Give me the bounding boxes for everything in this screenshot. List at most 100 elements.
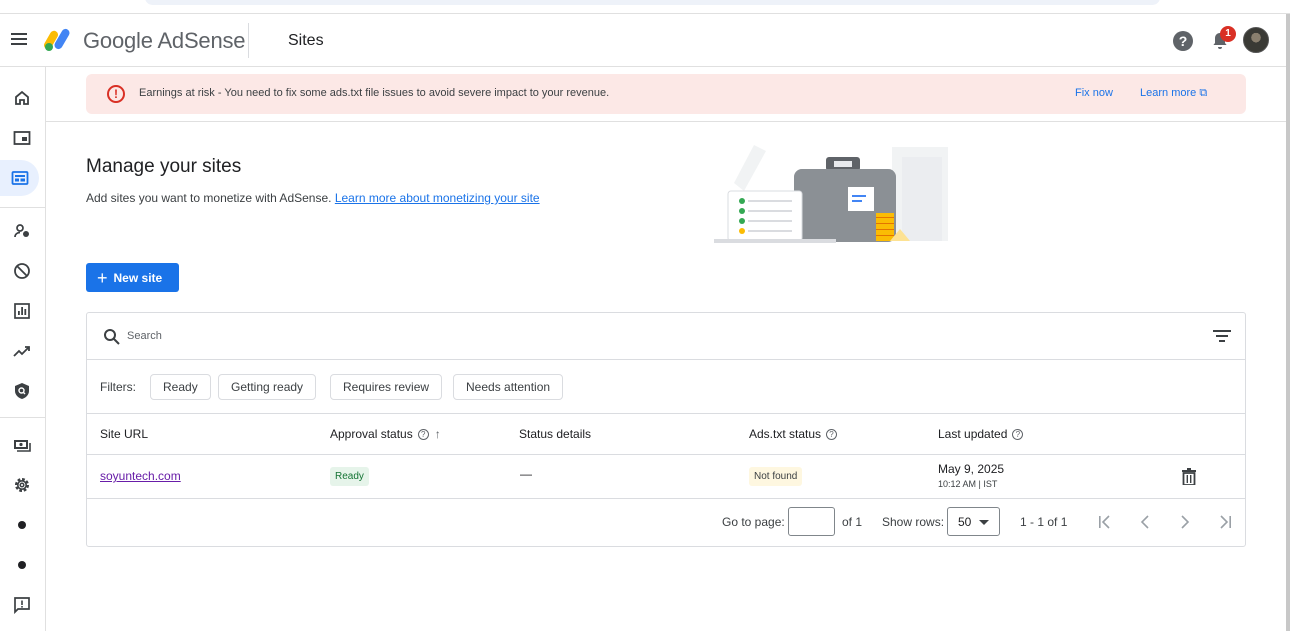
sidebar-item-payments[interactable]	[4, 427, 39, 463]
menu-bar	[11, 38, 27, 40]
feedback-icon	[13, 597, 30, 614]
account-avatar[interactable]	[1243, 27, 1269, 53]
app-header: Google AdSense Sites ? 1	[0, 14, 1286, 67]
column-label: Ads.txt status	[749, 427, 822, 441]
last-updated-date: May 9, 2025	[938, 462, 1005, 476]
sidebar-nav	[0, 67, 46, 631]
column-header-approval-status[interactable]: Approval status ? ↑	[330, 427, 441, 441]
sidebar-item-reports[interactable]	[4, 293, 39, 329]
approval-status-badge: Ready	[330, 467, 369, 486]
table-header: Site URL Approval status ? ↑ Status deta…	[87, 414, 1245, 455]
search-icon	[104, 329, 120, 345]
sites-icon	[11, 171, 28, 185]
last-updated-time: 10:12 AM | IST	[938, 479, 998, 489]
sidebar-item-feedback[interactable]	[4, 587, 39, 623]
new-site-label: New site	[113, 270, 163, 285]
reports-icon	[13, 303, 30, 319]
plus-icon: +	[97, 267, 108, 288]
column-header-status-details[interactable]: Status details	[519, 427, 591, 441]
dropdown-caret-icon	[979, 520, 989, 525]
dot-icon	[17, 521, 26, 529]
learn-more-label: Learn more	[1140, 87, 1197, 99]
page-range-label: 1 - 1 of 1	[1020, 515, 1068, 529]
help-circle-icon[interactable]: ?	[1012, 428, 1024, 440]
filter-chip-requires-review[interactable]: Requires review	[330, 374, 443, 400]
help-icon[interactable]: ?	[1173, 31, 1193, 51]
subtitle-text: Add sites you want to monetize with AdSe…	[86, 191, 332, 205]
filter-list-icon[interactable]	[1213, 329, 1231, 343]
page-total-label: of 1	[842, 515, 863, 529]
optimization-icon	[12, 346, 30, 357]
new-site-button[interactable]: + New site	[86, 263, 179, 292]
rows-per-page-select[interactable]: 50	[947, 507, 1000, 536]
menu-bar	[11, 43, 27, 45]
help-circle-icon[interactable]: ?	[417, 428, 429, 440]
column-label: Last updated	[938, 427, 1008, 441]
alert-message: Earnings at risk - You need to fix some …	[139, 87, 610, 99]
filter-chip-ready[interactable]: Ready	[150, 374, 211, 400]
go-to-page-label: Go to page:	[722, 515, 785, 529]
sidebar-item-policy-center[interactable]	[4, 373, 39, 409]
filters-label: Filters:	[100, 380, 136, 394]
rows-per-page-value: 50	[958, 515, 972, 529]
privacy-messaging-icon	[13, 224, 29, 238]
filter-chip-getting-ready[interactable]: Getting ready	[218, 374, 317, 400]
menu-bar	[11, 33, 27, 35]
settings-icon	[14, 478, 29, 492]
show-rows-label: Show rows:	[882, 515, 945, 529]
browser-top-strip	[0, 0, 1290, 14]
sidebar-item-dot-2[interactable]	[4, 547, 39, 583]
site-url-link[interactable]: soyuntech.com	[100, 469, 181, 483]
column-header-ads-txt-status[interactable]: Ads.txt status ?	[749, 427, 838, 441]
filter-chip-needs-attention[interactable]: Needs attention	[453, 374, 564, 400]
sort-ascending-icon[interactable]: ↑	[435, 427, 441, 441]
sidebar-item-blocking-controls[interactable]	[4, 253, 39, 289]
sites-table-card: Filters: Ready Getting ready Requires re…	[86, 312, 1246, 547]
filters-row: Filters: Ready Getting ready Requires re…	[87, 360, 1245, 414]
sites-illustration	[714, 145, 948, 243]
main-content: ! Earnings at risk - You need to fix som…	[46, 67, 1286, 631]
column-label: Status details	[519, 427, 592, 441]
payments-icon	[13, 440, 31, 452]
column-label: Site URL	[100, 427, 149, 441]
error-icon: !	[107, 85, 125, 103]
ads-txt-status-badge: Not found	[749, 467, 803, 486]
help-circle-icon[interactable]: ?	[826, 428, 838, 440]
search-input[interactable]	[127, 326, 727, 346]
ads-icon	[13, 131, 30, 145]
window-edge	[1286, 14, 1290, 631]
sidebar-item-optimization[interactable]	[4, 333, 39, 369]
delete-trash-icon[interactable]	[1182, 468, 1196, 485]
column-header-last-updated[interactable]: Last updated ?	[938, 427, 1024, 441]
fix-now-link[interactable]: Fix now	[1075, 87, 1113, 99]
next-page-icon[interactable]	[1176, 513, 1194, 531]
sidebar-item-dot-1[interactable]	[4, 507, 39, 543]
sidebar-item-privacy-messaging[interactable]	[4, 213, 39, 249]
learn-more-link[interactable]: Learn more ⧉	[1140, 87, 1207, 100]
column-header-site-url[interactable]: Site URL	[100, 427, 148, 441]
sidebar-item-sites[interactable]	[0, 160, 39, 196]
first-page-icon[interactable]	[1096, 513, 1114, 531]
monetizing-learn-more-link[interactable]: Learn more about monetizing your site	[335, 191, 540, 205]
earnings-risk-alert: ! Earnings at risk - You need to fix som…	[86, 74, 1246, 114]
main-menu-button[interactable]	[9, 30, 29, 50]
sidebar-item-settings[interactable]	[4, 467, 39, 503]
browser-address-bar[interactable]	[145, 0, 1160, 5]
adsense-logo-icon[interactable]	[44, 26, 74, 52]
status-details-value: —	[520, 467, 532, 481]
external-link-icon: ⧉	[1199, 87, 1208, 99]
page-number-input[interactable]	[788, 507, 835, 536]
page-subtitle: Add sites you want to monetize with AdSe…	[86, 191, 540, 205]
policy-center-icon	[14, 383, 29, 399]
previous-page-icon[interactable]	[1136, 513, 1154, 531]
brand-name: Google AdSense	[83, 28, 246, 53]
sidebar-item-home[interactable]	[4, 80, 39, 116]
column-label: Approval status	[330, 427, 413, 441]
pagination-bar: Go to page: of 1 Show rows: 50 1 - 1 of …	[87, 499, 1245, 547]
header-divider	[248, 23, 249, 58]
alert-divider	[46, 121, 1286, 122]
sidebar-item-ads[interactable]	[4, 120, 39, 156]
table-row: soyuntech.com Ready — Not found May 9, 2…	[87, 455, 1245, 499]
last-page-icon[interactable]	[1216, 513, 1234, 531]
search-bar	[87, 313, 1245, 360]
